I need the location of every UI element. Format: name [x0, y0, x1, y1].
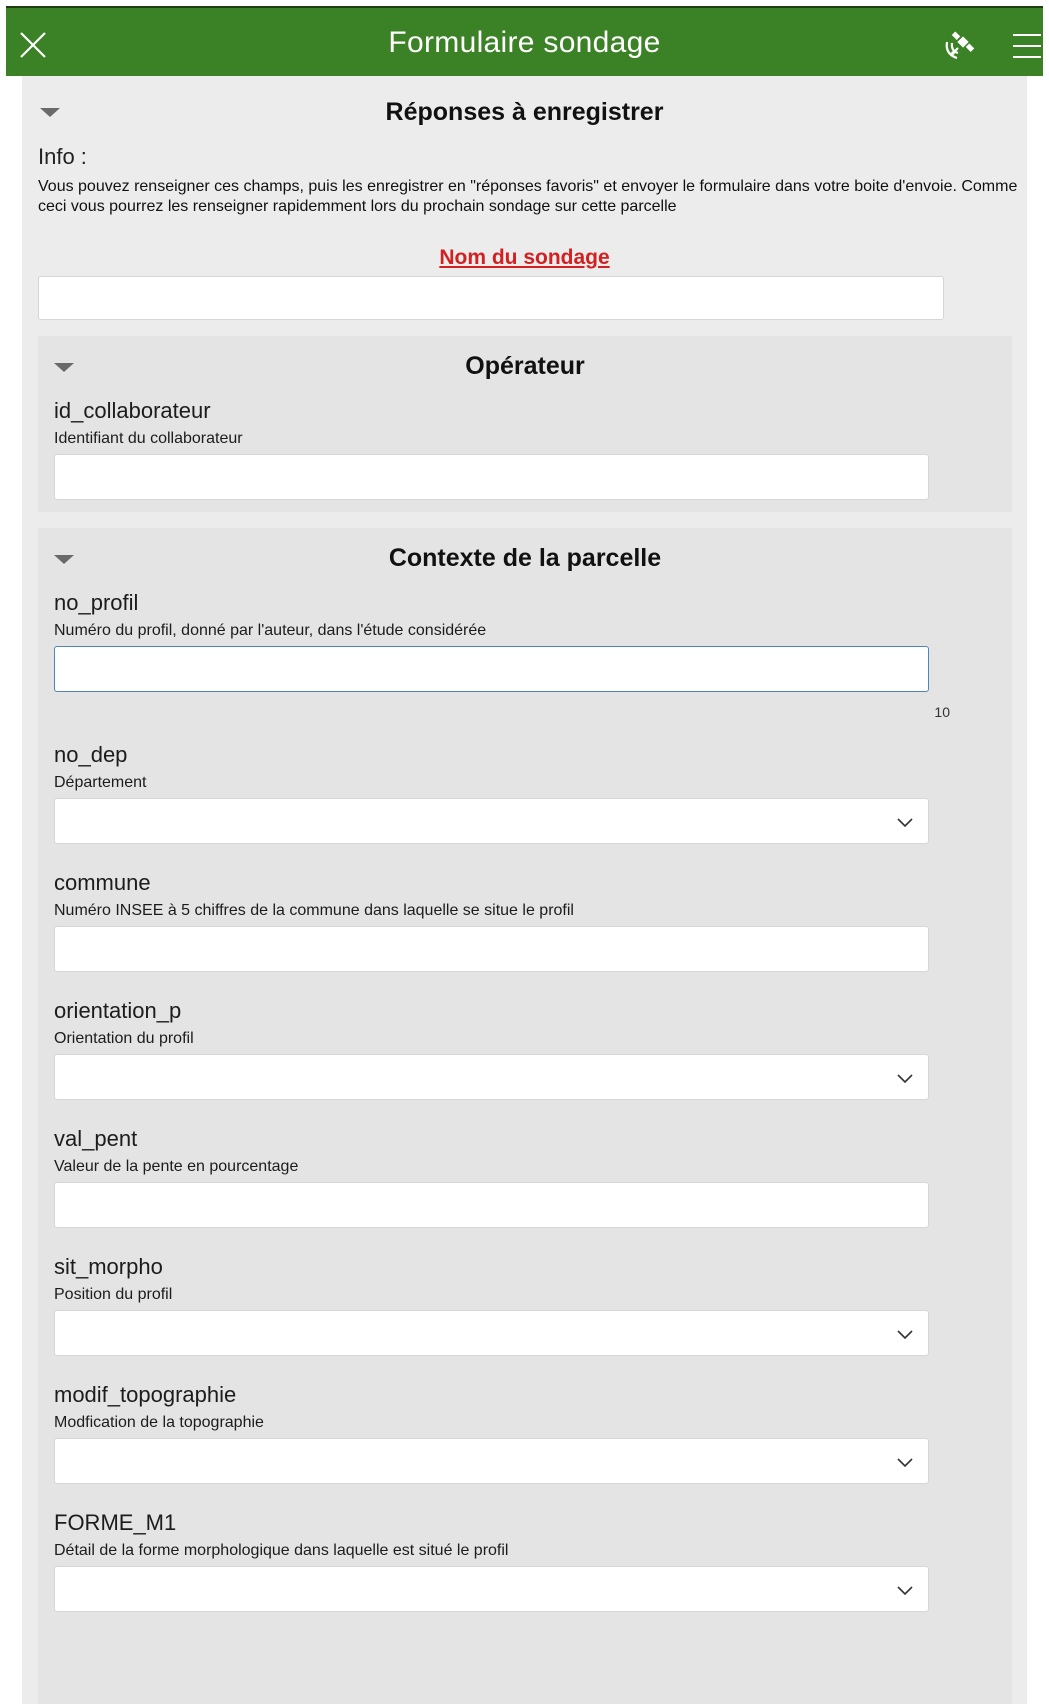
orientation-p-select[interactable] — [54, 1054, 929, 1100]
field-hint-no-profil: Numéro du profil, donné par l'auteur, da… — [54, 622, 487, 639]
field-label-sit-morpho: sit_morpho — [54, 1254, 163, 1279]
field-hint-modif-topographie: Modfication de la topographie — [54, 1414, 264, 1431]
field-label-val-pent: val_pent — [54, 1126, 138, 1151]
no-profil-char-counter: 10 — [934, 704, 950, 720]
favorites-group-title: Réponses à enregistrer — [385, 98, 664, 126]
no-profil-input[interactable] — [54, 646, 929, 692]
field-hint-val-pent: Valeur de la pente en pourcentage — [54, 1158, 299, 1175]
no-dep-select[interactable] — [54, 798, 929, 844]
chevron-down-icon — [897, 1458, 913, 1468]
info-label: Info : — [38, 144, 87, 169]
forme-m1-select[interactable] — [54, 1566, 929, 1612]
gps-satellite-icon[interactable] — [941, 28, 981, 64]
info-text: Vous pouvez renseigner ces champs, puis … — [38, 178, 1018, 215]
operator-group: Opérateur id_collaborateur Identifiant d… — [38, 336, 1012, 512]
sit-morpho-select[interactable] — [54, 1310, 929, 1356]
menu-icon[interactable] — [1011, 32, 1043, 60]
survey-name-label: Nom du sondage — [439, 246, 610, 269]
app-window: Formulaire sondage Réponses à enregistre… — [6, 6, 1043, 1704]
field-label-no-dep: no_dep — [54, 742, 128, 767]
field-hint-no-dep: Département — [54, 774, 147, 791]
survey-name-input[interactable] — [38, 276, 944, 320]
field-hint-commune: Numéro INSEE à 5 chiffres de la commune … — [54, 902, 574, 919]
form-title: Formulaire sondage — [388, 26, 661, 59]
id-collaborateur-input[interactable] — [54, 454, 929, 500]
field-label-orientation-p: orientation_p — [54, 998, 182, 1023]
chevron-down-icon — [897, 1330, 913, 1340]
field-hint-orientation-p: Orientation du profil — [54, 1030, 194, 1047]
context-group-title: Contexte de la parcelle — [388, 544, 662, 572]
field-hint-id-collaborateur: Identifiant du collaborateur — [54, 430, 243, 447]
field-hint-sit-morpho: Position du profil — [54, 1286, 173, 1303]
chevron-down-icon — [897, 1586, 913, 1596]
chevron-down-icon — [897, 818, 913, 828]
form-content: Réponses à enregistrer Info : Vous pouve… — [22, 76, 1027, 1704]
chevron-down-icon — [897, 1074, 913, 1084]
modif-topographie-select[interactable] — [54, 1438, 929, 1484]
field-label-forme-m1: FORME_M1 — [54, 1510, 177, 1535]
field-label-commune: commune — [54, 870, 151, 895]
context-group: Contexte de la parcelle no_profil Numéro… — [38, 528, 1012, 1704]
field-label-id-collaborateur: id_collaborateur — [54, 398, 211, 423]
field-label-no-profil: no_profil — [54, 590, 139, 615]
commune-input[interactable] — [54, 926, 929, 972]
field-label-modif-topographie: modif_topographie — [54, 1382, 237, 1407]
operator-group-title: Opérateur — [465, 352, 585, 380]
top-bar: Formulaire sondage — [6, 6, 1043, 76]
field-hint-forme-m1: Détail de la forme morphologique dans la… — [54, 1542, 509, 1559]
val-pent-input[interactable] — [54, 1182, 929, 1228]
